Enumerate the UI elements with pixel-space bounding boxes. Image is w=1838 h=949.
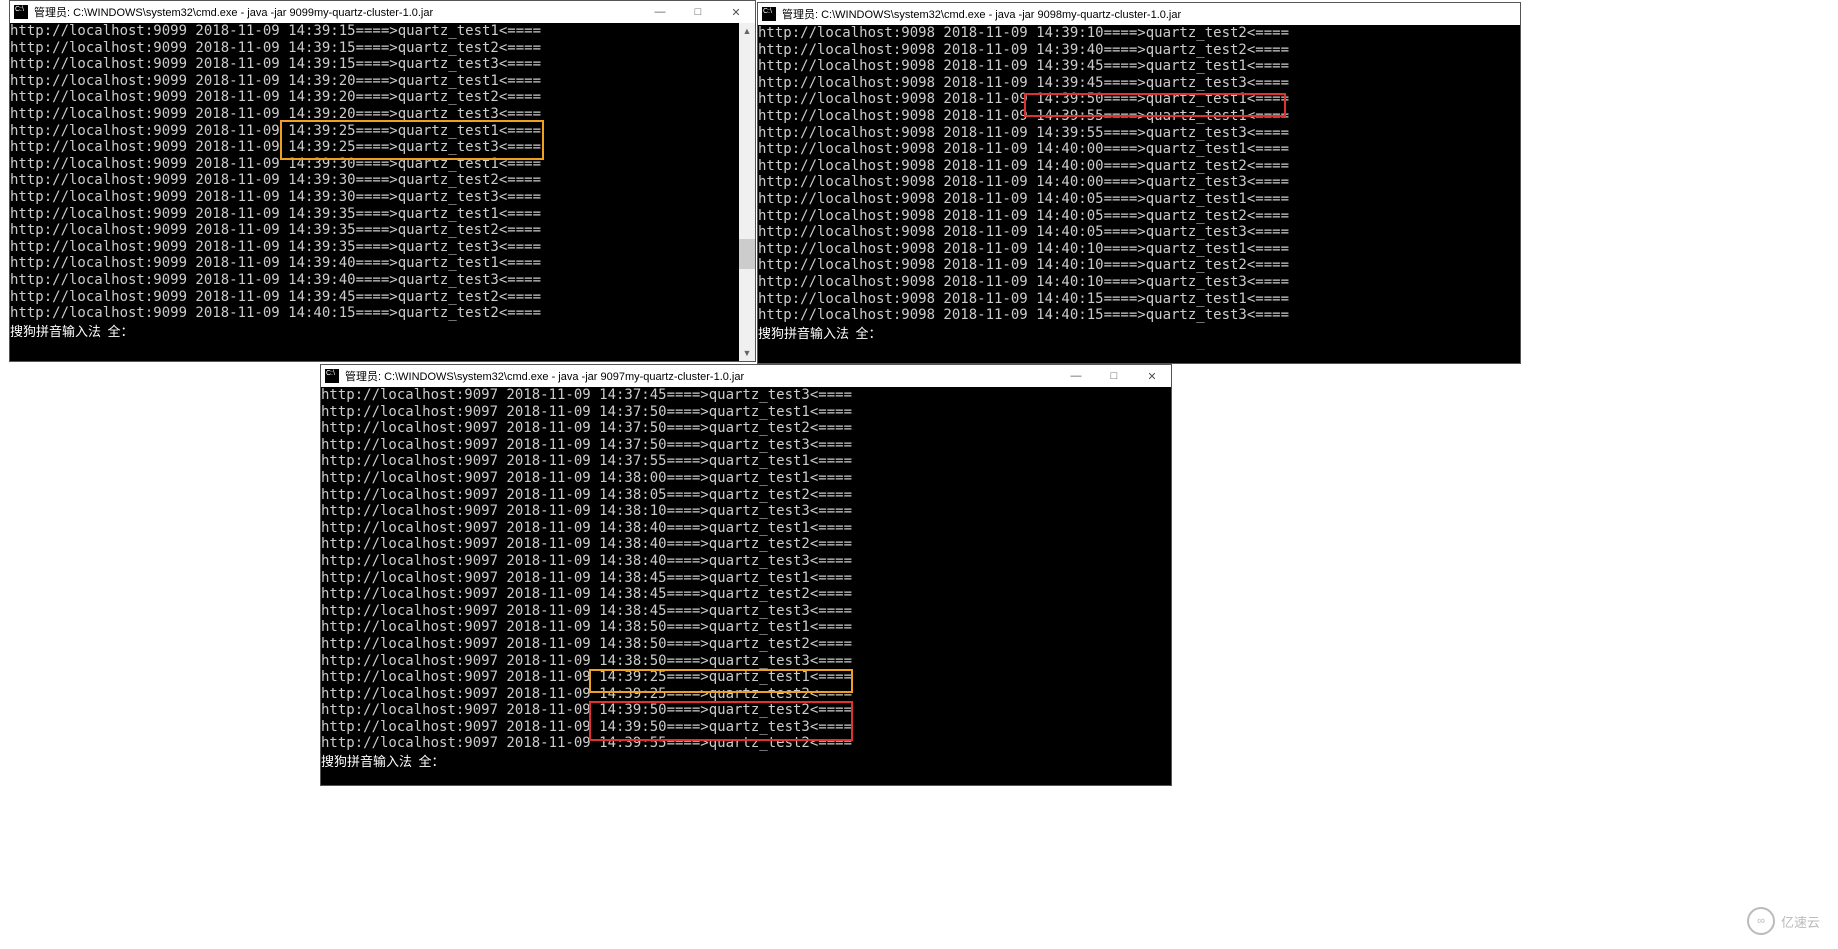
scroll-thumb[interactable] <box>739 239 755 269</box>
console-line: http://localhost:9099 2018-11-09 14:39:1… <box>10 56 755 73</box>
console-line: http://localhost:9098 2018-11-09 14:40:0… <box>758 174 1520 191</box>
cmd-icon <box>14 5 28 19</box>
console-line: http://localhost:9097 2018-11-09 14:38:4… <box>321 586 1171 603</box>
console-line: http://localhost:9098 2018-11-09 14:40:0… <box>758 158 1520 175</box>
console-line: http://localhost:9098 2018-11-09 14:40:1… <box>758 241 1520 258</box>
scroll-up-icon[interactable]: ▲ <box>739 23 755 39</box>
maximize-button[interactable]: □ <box>1095 365 1133 387</box>
console-line: http://localhost:9098 2018-11-09 14:40:1… <box>758 307 1520 324</box>
watermark-logo-icon: ∞ <box>1747 907 1775 935</box>
console-line: http://localhost:9098 2018-11-09 14:39:5… <box>758 108 1520 125</box>
console-line: http://localhost:9098 2018-11-09 14:39:4… <box>758 42 1520 59</box>
console-line: http://localhost:9097 2018-11-09 14:38:4… <box>321 603 1171 620</box>
console-line: http://localhost:9097 2018-11-09 14:38:4… <box>321 520 1171 537</box>
console-line: http://localhost:9097 2018-11-09 14:39:2… <box>321 686 1171 703</box>
console-line: http://localhost:9097 2018-11-09 14:38:4… <box>321 536 1171 553</box>
console-line: http://localhost:9097 2018-11-09 14:37:4… <box>321 387 1171 404</box>
scrollbar[interactable]: ▲ ▼ <box>739 23 755 361</box>
console-line: http://localhost:9097 2018-11-09 14:38:0… <box>321 487 1171 504</box>
console-line: http://localhost:9098 2018-11-09 14:40:1… <box>758 291 1520 308</box>
console-line: http://localhost:9098 2018-11-09 14:39:5… <box>758 125 1520 142</box>
console-line: http://localhost:9099 2018-11-09 14:40:1… <box>10 305 755 322</box>
scroll-down-icon[interactable]: ▼ <box>739 345 755 361</box>
console-line: http://localhost:9098 2018-11-09 14:40:0… <box>758 224 1520 241</box>
console-line: http://localhost:9097 2018-11-09 14:38:5… <box>321 636 1171 653</box>
console-line: http://localhost:9097 2018-11-09 14:39:5… <box>321 735 1171 752</box>
cmd-icon <box>325 369 339 383</box>
cmd-window-9099: 管理员: C:\WINDOWS\system32\cmd.exe - java … <box>9 0 756 362</box>
console-line: http://localhost:9097 2018-11-09 14:38:4… <box>321 553 1171 570</box>
console-line: http://localhost:9097 2018-11-09 14:38:4… <box>321 570 1171 587</box>
window-controls: — □ ✕ <box>641 1 755 23</box>
ime-status: 搜狗拼音输入法 全： <box>321 752 1171 773</box>
console-line: http://localhost:9097 2018-11-09 14:38:0… <box>321 470 1171 487</box>
console-line: http://localhost:9097 2018-11-09 14:39:5… <box>321 702 1171 719</box>
title-bar[interactable]: 管理员: C:\WINDOWS\system32\cmd.exe - java … <box>321 365 1171 387</box>
console-line: http://localhost:9099 2018-11-09 14:39:2… <box>10 123 755 140</box>
console-output[interactable]: http://localhost:9099 2018-11-09 14:39:1… <box>10 23 755 342</box>
window-title: 管理员: C:\WINDOWS\system32\cmd.exe - java … <box>782 6 1181 22</box>
console-line: http://localhost:9098 2018-11-09 14:40:1… <box>758 274 1520 291</box>
close-button[interactable]: ✕ <box>1133 365 1171 387</box>
console-line: http://localhost:9097 2018-11-09 14:37:5… <box>321 404 1171 421</box>
console-line: http://localhost:9099 2018-11-09 14:39:3… <box>10 239 755 256</box>
console-line: http://localhost:9098 2018-11-09 14:40:1… <box>758 257 1520 274</box>
title-bar[interactable]: 管理员: C:\WINDOWS\system32\cmd.exe - java … <box>10 1 755 23</box>
console-line: http://localhost:9098 2018-11-09 14:40:0… <box>758 191 1520 208</box>
window-controls: — □ ✕ <box>1057 365 1171 387</box>
console-line: http://localhost:9098 2018-11-09 14:39:4… <box>758 58 1520 75</box>
console-line: http://localhost:9099 2018-11-09 14:39:3… <box>10 189 755 206</box>
console-line: http://localhost:9098 2018-11-09 14:40:0… <box>758 141 1520 158</box>
cmd-icon <box>762 7 776 21</box>
console-line: http://localhost:9099 2018-11-09 14:39:2… <box>10 139 755 156</box>
console-line: http://localhost:9099 2018-11-09 14:39:4… <box>10 289 755 306</box>
console-line: http://localhost:9098 2018-11-09 14:39:4… <box>758 75 1520 92</box>
maximize-button[interactable]: □ <box>679 1 717 23</box>
console-line: http://localhost:9099 2018-11-09 14:39:4… <box>10 255 755 272</box>
minimize-button[interactable]: — <box>1057 365 1095 387</box>
close-button[interactable]: ✕ <box>717 1 755 23</box>
window-title: 管理员: C:\WINDOWS\system32\cmd.exe - java … <box>345 368 744 384</box>
ime-status: 搜狗拼音输入法 全： <box>10 322 755 343</box>
console-line: http://localhost:9097 2018-11-09 14:37:5… <box>321 437 1171 454</box>
console-line: http://localhost:9097 2018-11-09 14:37:5… <box>321 420 1171 437</box>
console-line: http://localhost:9099 2018-11-09 14:39:4… <box>10 272 755 289</box>
console-line: http://localhost:9099 2018-11-09 14:39:3… <box>10 172 755 189</box>
console-line: http://localhost:9097 2018-11-09 14:38:5… <box>321 619 1171 636</box>
console-line: http://localhost:9099 2018-11-09 14:39:3… <box>10 222 755 239</box>
console-line: http://localhost:9098 2018-11-09 14:40:0… <box>758 208 1520 225</box>
title-bar[interactable]: 管理员: C:\WINDOWS\system32\cmd.exe - java … <box>758 3 1520 25</box>
console-line: http://localhost:9099 2018-11-09 14:39:1… <box>10 40 755 57</box>
watermark: ∞ 亿速云 <box>1747 907 1820 935</box>
console-output[interactable]: http://localhost:9097 2018-11-09 14:37:4… <box>321 387 1171 773</box>
console-line: http://localhost:9099 2018-11-09 14:39:2… <box>10 89 755 106</box>
console-line: http://localhost:9099 2018-11-09 14:39:1… <box>10 23 755 40</box>
console-line: http://localhost:9097 2018-11-09 14:38:5… <box>321 653 1171 670</box>
console-line: http://localhost:9097 2018-11-09 14:39:2… <box>321 669 1171 686</box>
window-title: 管理员: C:\WINDOWS\system32\cmd.exe - java … <box>34 4 433 20</box>
console-line: http://localhost:9098 2018-11-09 14:39:1… <box>758 25 1520 42</box>
console-line: http://localhost:9097 2018-11-09 14:38:1… <box>321 503 1171 520</box>
console-output[interactable]: http://localhost:9098 2018-11-09 14:39:1… <box>758 25 1520 344</box>
console-line: http://localhost:9099 2018-11-09 14:39:2… <box>10 73 755 90</box>
cmd-window-9097: 管理员: C:\WINDOWS\system32\cmd.exe - java … <box>320 364 1172 786</box>
ime-status: 搜狗拼音输入法 全： <box>758 324 1520 345</box>
console-line: http://localhost:9097 2018-11-09 14:37:5… <box>321 453 1171 470</box>
minimize-button[interactable]: — <box>641 1 679 23</box>
console-line: http://localhost:9098 2018-11-09 14:39:5… <box>758 91 1520 108</box>
console-line: http://localhost:9099 2018-11-09 14:39:3… <box>10 206 755 223</box>
watermark-text: 亿速云 <box>1781 912 1820 931</box>
console-line: http://localhost:9099 2018-11-09 14:39:2… <box>10 106 755 123</box>
console-line: http://localhost:9099 2018-11-09 14:39:3… <box>10 156 755 173</box>
cmd-window-9098: 管理员: C:\WINDOWS\system32\cmd.exe - java … <box>757 2 1521 364</box>
console-line: http://localhost:9097 2018-11-09 14:39:5… <box>321 719 1171 736</box>
